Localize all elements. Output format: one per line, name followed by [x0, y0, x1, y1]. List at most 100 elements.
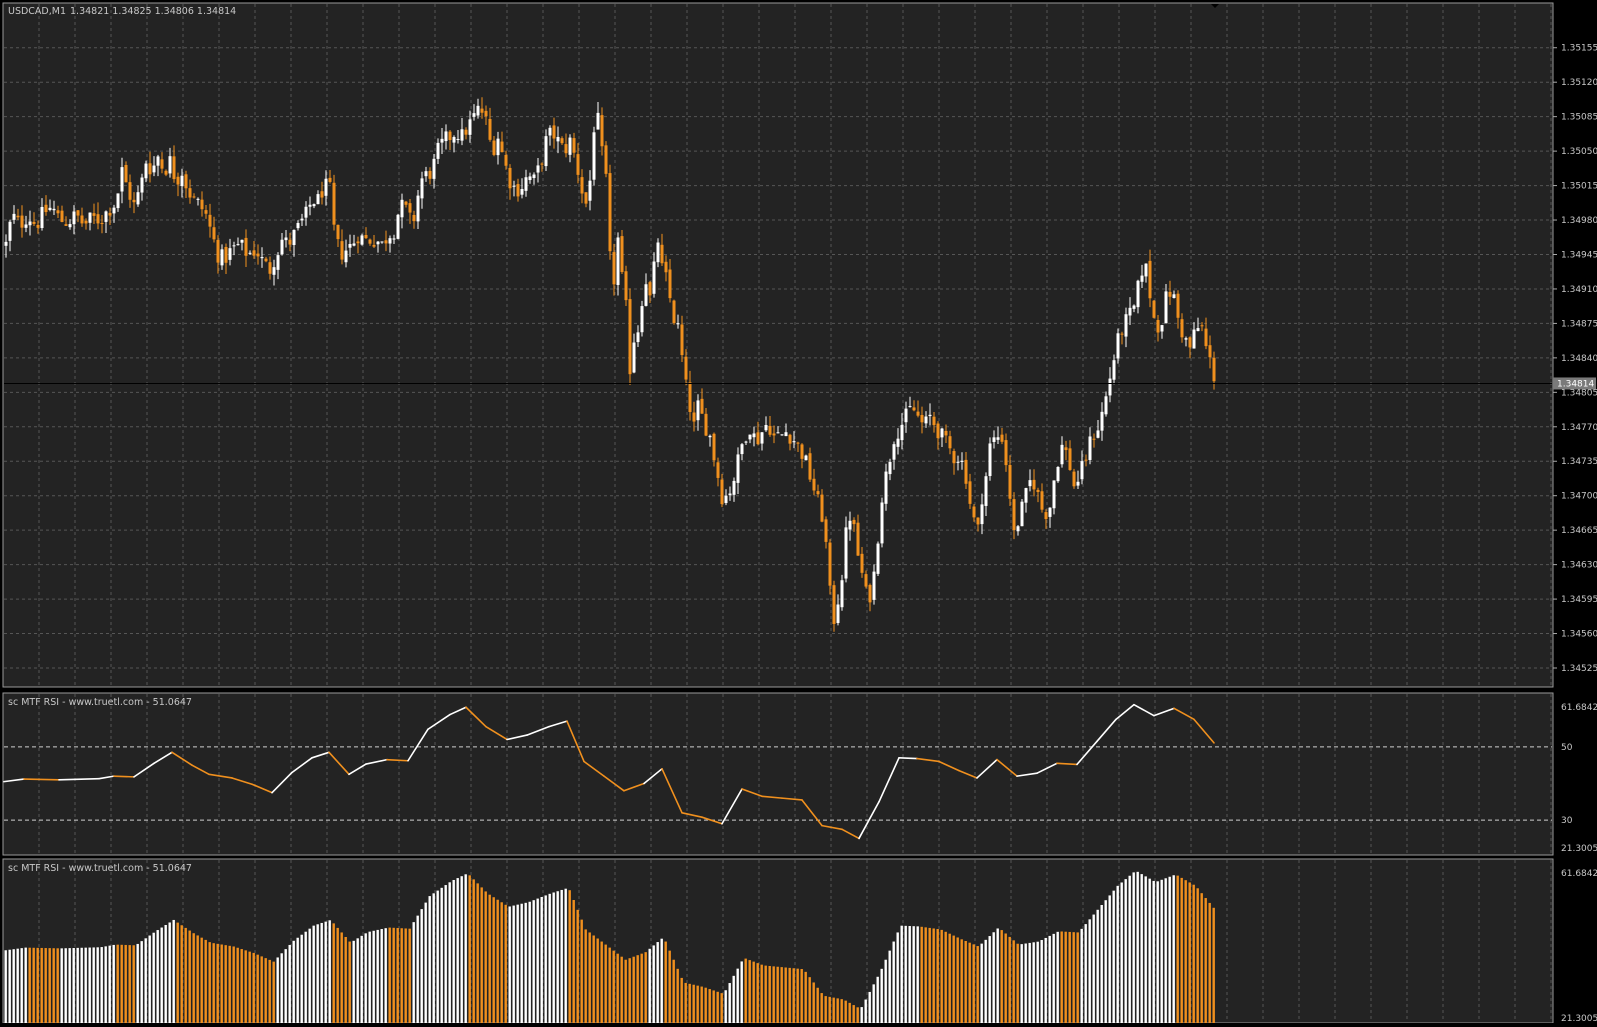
- rsi-histogram-bar: [328, 920, 331, 1023]
- rsi-histogram-bar: [796, 968, 799, 1023]
- price-axis-label: 1.35050: [1561, 147, 1597, 157]
- rsi-histogram-bar: [460, 876, 463, 1023]
- candle-body: [1208, 345, 1212, 358]
- rsi-histogram-bar: [192, 933, 195, 1023]
- rsi-histogram-bar: [604, 944, 607, 1023]
- rsi-histogram-bar: [932, 928, 935, 1023]
- candle-body: [252, 250, 256, 256]
- candle-body: [436, 142, 440, 159]
- candle-body: [912, 407, 916, 411]
- candle-body: [512, 185, 516, 187]
- candle-body: [1204, 328, 1208, 347]
- rsi-histogram-bar: [896, 932, 899, 1023]
- symbol-label: USDCAD,M1: [8, 6, 66, 17]
- price-axis-label: 1.34595: [1561, 595, 1597, 605]
- price-panel[interactable]: [2, 2, 1554, 688]
- candle-body: [1168, 291, 1172, 297]
- candle-body: [340, 241, 344, 260]
- rsi-histogram-bar: [960, 939, 963, 1023]
- rsi-histogram-bar: [176, 922, 179, 1023]
- rsi-histogram-bar: [724, 990, 727, 1023]
- rsi-histogram-bar: [108, 945, 111, 1023]
- rsi-histogram-bar: [332, 923, 335, 1023]
- rsi-histogram-bar: [440, 887, 443, 1023]
- candle-body: [368, 239, 372, 244]
- rsi-histogram-bar: [444, 885, 447, 1023]
- rsi-histogram-bar: [632, 956, 635, 1023]
- candle-body: [836, 604, 840, 624]
- rsi-histogram-bar: [184, 927, 187, 1023]
- rsi-histogram-bar: [908, 926, 911, 1023]
- candle-body: [1108, 378, 1112, 396]
- candle-body: [920, 414, 924, 423]
- candle-body: [244, 237, 248, 256]
- rsi-histogram-bar: [1000, 930, 1003, 1023]
- rsi-histogram-bar: [36, 947, 39, 1023]
- rsi-histogram-bar: [1012, 940, 1015, 1023]
- candle-body: [476, 105, 480, 116]
- candle-body: [420, 178, 424, 199]
- rsi-histogram-bar: [48, 948, 51, 1023]
- candle-body: [1088, 436, 1092, 460]
- candle-body: [1012, 499, 1016, 530]
- candle-body: [384, 240, 388, 244]
- price-axis-label: 1.34875: [1561, 319, 1597, 329]
- candle-body: [608, 173, 612, 252]
- rsi-histogram-bar: [312, 925, 315, 1023]
- candle-body: [832, 585, 836, 624]
- rsi-histogram-bar: [1104, 900, 1107, 1023]
- candle-body: [272, 267, 276, 275]
- rsi-histogram-bar: [168, 922, 171, 1023]
- candle-body: [424, 171, 428, 177]
- rsi-histogram-bar: [60, 948, 63, 1023]
- chart-canvas[interactable]: 1.34814 1.351551.351201.350851.350501.35…: [0, 0, 1597, 1024]
- rsi-histogram-bar: [976, 946, 979, 1023]
- candle-body: [788, 434, 792, 444]
- rsi-histogram-bar: [52, 948, 55, 1023]
- rsi-histogram-bar: [1048, 935, 1051, 1023]
- rsi-histogram-bar: [920, 926, 923, 1023]
- rsi-histogram-bar: [132, 945, 135, 1023]
- rsi-histogram-bar: [1004, 933, 1007, 1023]
- rsi-histogram-bar: [1092, 914, 1095, 1023]
- candle-body: [248, 252, 252, 254]
- rsi-histogram-bar: [728, 983, 731, 1023]
- candle-body: [828, 542, 832, 586]
- candle-body: [1140, 275, 1144, 282]
- candle-body: [472, 113, 476, 117]
- chart-window: 1.34814 1.35155 1.35120 1.35085 1.35050 1.35…: [0, 0, 1597, 1024]
- candle-body: [56, 210, 60, 214]
- candle-body: [152, 165, 156, 173]
- candle-body: [396, 214, 400, 239]
- rsi-histogram-bar: [56, 948, 59, 1023]
- candle-body: [1132, 305, 1136, 309]
- rsi-histogram-bar: [508, 906, 511, 1023]
- candle-body: [36, 225, 40, 228]
- rsi-histogram-bar: [884, 959, 887, 1023]
- rsi-histogram-bar: [216, 943, 219, 1023]
- candle-body: [400, 199, 404, 218]
- rsi-histogram-bar: [1204, 898, 1207, 1023]
- candle-body: [644, 284, 648, 306]
- candle-body: [740, 444, 744, 455]
- candle-body: [1160, 325, 1164, 332]
- rsi-histogram-bar: [864, 999, 867, 1023]
- rsi-histogram-bar: [8, 949, 11, 1023]
- rsi-line-panel[interactable]: [2, 692, 1554, 856]
- candle-body: [692, 412, 696, 422]
- rsi-histogram-bar: [696, 985, 699, 1023]
- rsi-histogram-bar: [1184, 880, 1187, 1023]
- candle-body: [456, 138, 460, 140]
- candle-body: [952, 451, 956, 464]
- rsi-histogram-bar: [248, 951, 251, 1023]
- candle-body: [132, 199, 136, 203]
- candle-body: [208, 214, 212, 227]
- price-axis-label: 1.34840: [1561, 354, 1597, 364]
- candle-body: [556, 136, 560, 142]
- rsi-histogram-bar: [620, 956, 623, 1023]
- candle-body: [536, 165, 540, 173]
- candle-body: [356, 241, 360, 244]
- candle-body: [180, 175, 184, 187]
- candle-body: [804, 455, 808, 461]
- candle-body: [748, 434, 752, 440]
